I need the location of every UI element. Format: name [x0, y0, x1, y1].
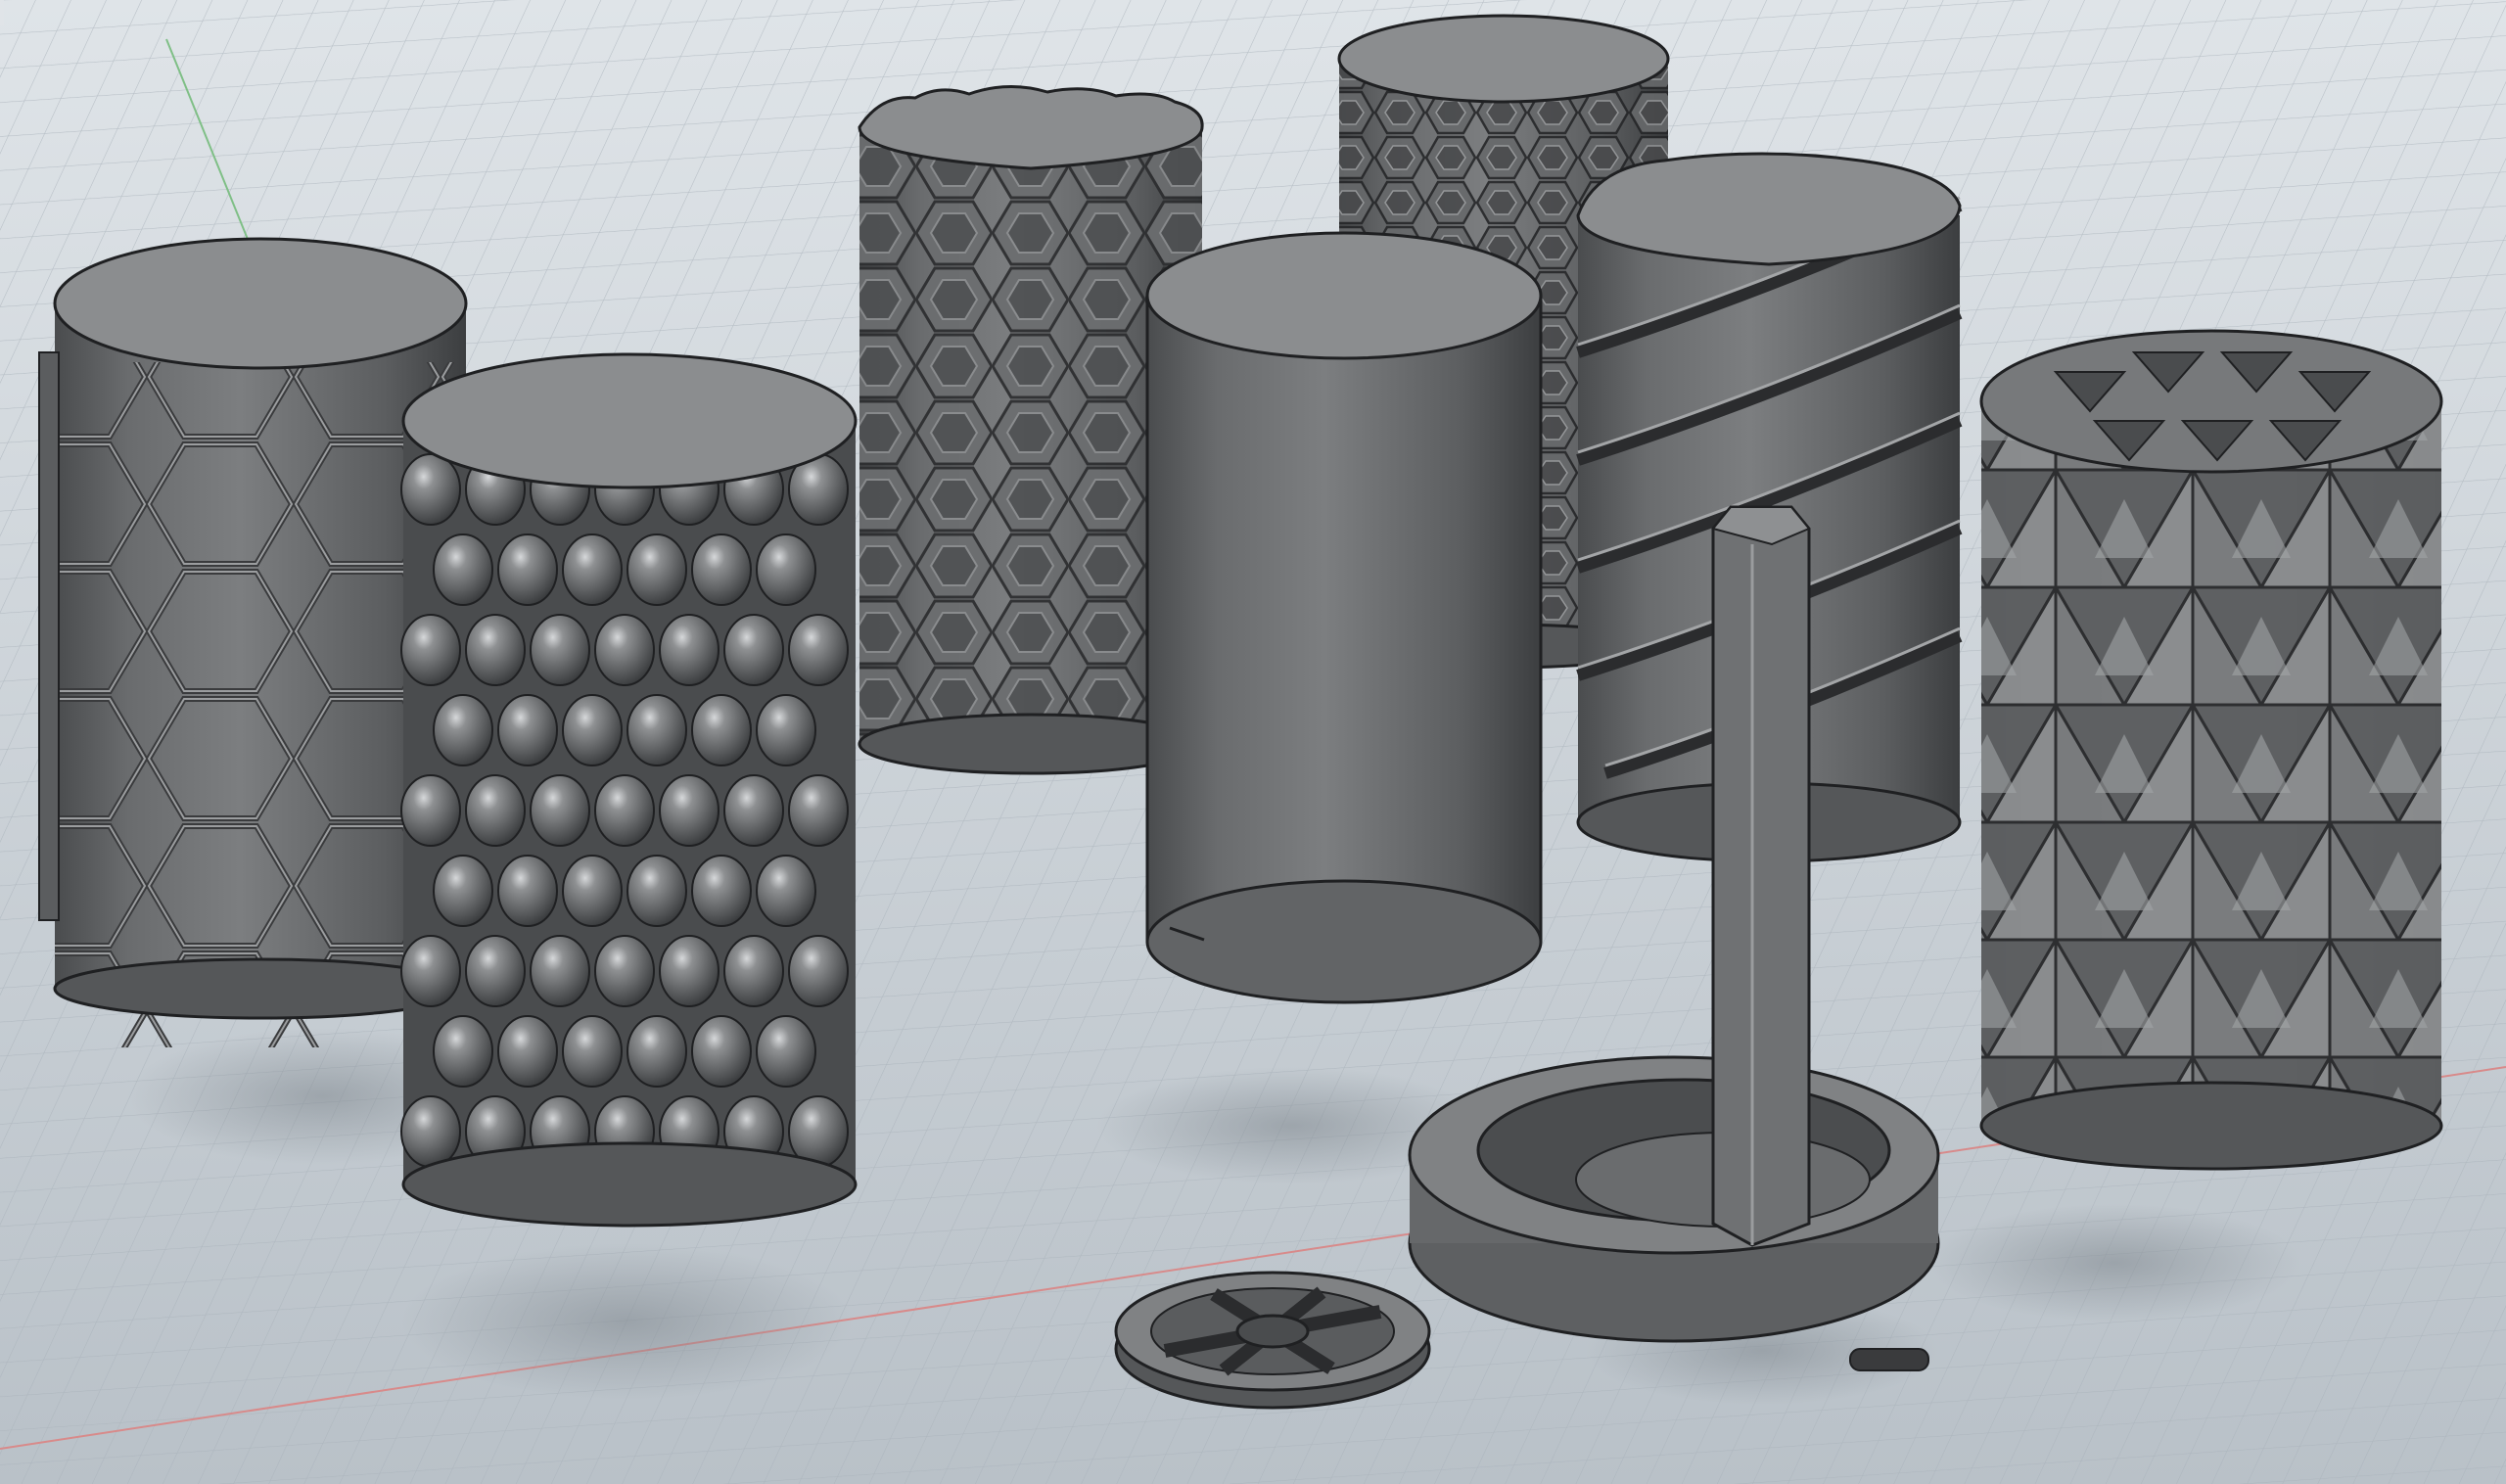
sphere-bump [433, 533, 493, 606]
sphere-bump [594, 614, 655, 686]
sphere-bump [562, 1015, 623, 1088]
sphere-bump [594, 774, 655, 847]
sphere-bump [788, 935, 849, 1007]
sphere-bump [497, 855, 558, 927]
sphere-bump [626, 855, 687, 927]
sphere-bump [626, 694, 687, 766]
sphere-bump [497, 694, 558, 766]
sphere-bubble-sleeve[interactable] [400, 352, 858, 1228]
sphere-bump [756, 855, 816, 927]
sphere-bump [659, 614, 719, 686]
sphere-bump [562, 533, 623, 606]
sphere-bump [659, 774, 719, 847]
triangle-facet-sleeve[interactable] [1979, 329, 2443, 1171]
sphere-bump [400, 1095, 461, 1168]
sphere-bump [594, 935, 655, 1007]
sphere-bump [465, 774, 526, 847]
sphere-bump [465, 935, 526, 1007]
sphere-bump [788, 774, 849, 847]
sphere-bump [433, 1015, 493, 1088]
sphere-bump [723, 614, 784, 686]
sphere-bump [530, 774, 590, 847]
sphere-bump [659, 935, 719, 1007]
sphere-bump [433, 855, 493, 927]
sphere-bump [691, 1015, 752, 1088]
sphere-bump [465, 614, 526, 686]
sphere-bump [788, 614, 849, 686]
sphere-bump [400, 935, 461, 1007]
sphere-bump [433, 694, 493, 766]
sphere-bump [626, 533, 687, 606]
sphere-bump [626, 1015, 687, 1088]
sphere-bump [691, 533, 752, 606]
sphere-bump [400, 453, 461, 526]
sphere-bump [497, 1015, 558, 1088]
viewport-canvas[interactable] [0, 0, 2506, 1484]
sphere-bump [562, 855, 623, 927]
sphere-bump [400, 614, 461, 686]
sphere-bump [756, 1015, 816, 1088]
plain-sleeve[interactable] [1145, 231, 1543, 1004]
sphere-bump [756, 533, 816, 606]
sphere-bump [723, 935, 784, 1007]
sphere-bump [530, 614, 590, 686]
sphere-bump [497, 533, 558, 606]
sphere-bump [691, 694, 752, 766]
sphere-bump [756, 694, 816, 766]
3d-viewport[interactable] [0, 0, 2506, 1484]
sphere-bump [723, 774, 784, 847]
sphere-bump [400, 774, 461, 847]
sphere-bump [530, 935, 590, 1007]
sphere-bump [562, 694, 623, 766]
view-cube-stub[interactable] [0, 0, 4, 25]
spoked-lid[interactable] [1114, 1271, 1431, 1410]
sphere-bump [691, 855, 752, 927]
